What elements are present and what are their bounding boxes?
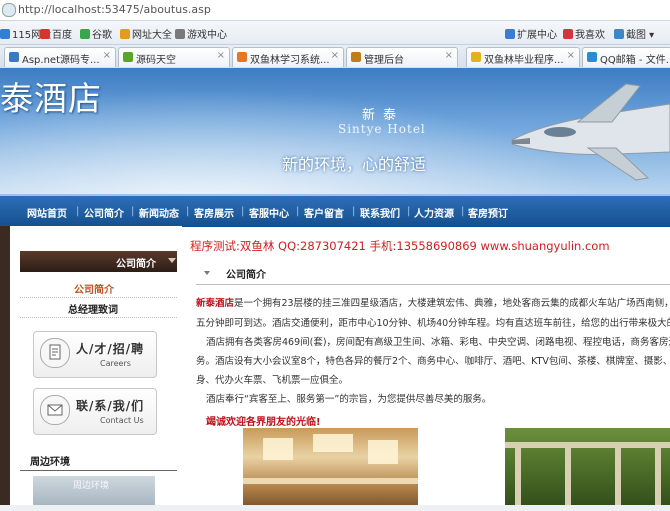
heart-icon [563,29,573,39]
jet-plane-image [511,83,670,181]
nav-contact[interactable]: 联系我们 [360,205,400,220]
intro-line: 五分钟即可到达。酒店交通便利，距市中心10分钟、机场40分钟车程。均有直达班车前… [196,318,670,329]
site-banner: 泰酒店 新泰 Sintye Hotel 新的环境，心的舒适 [0,68,670,194]
tab-admin[interactable]: 管理后台 × [346,47,458,67]
promo-text: 程序测试:双鱼林 QQ:287307421 手机:13558690869 www… [190,239,610,253]
favorite-google[interactable]: 谷歌 [80,26,112,41]
close-icon[interactable]: × [103,50,111,61]
careers-button[interactable]: 人/才/招/聘 Careers [33,331,157,378]
hotel-name-en: Sintye Hotel [338,122,426,136]
nav-about[interactable]: 公司简介 [84,205,124,220]
star-icon [471,52,481,62]
chevron-down-icon [168,258,176,263]
welcome-text: 竭诚欢迎各界朋友的光临! [206,417,321,428]
sidebar-header: 公司简介 [20,251,177,272]
intro-paragraph-2: 酒店拥有各类客房469间(套)，房间配有高级卫生间、冰箱、彩电、中央空调、闭路电… [206,337,670,348]
nav-guestbook[interactable]: 客户留言 [304,205,344,220]
sidebar-item-gm-speech[interactable]: 总经理致词 [20,297,177,318]
nav-home[interactable]: 网站首页 [27,205,67,220]
sidebar-item-about[interactable]: 公司简介 [20,277,177,298]
address-url[interactable]: http://localhost:53475/aboutus.asp [18,3,211,16]
intro-line: 务。酒店设有大小会议室8个，特色各异的餐厅2个、商务中心、咖啡厅、酒吧、KTV包… [196,356,670,367]
mail-icon [587,52,597,62]
star-icon [120,29,130,39]
hotel-lobby-photo [243,428,418,511]
paw-icon [40,29,50,39]
close-icon[interactable]: × [217,50,225,61]
gamepad-icon [175,29,185,39]
address-bar[interactable]: http://localhost:53475/aboutus.asp [0,0,670,21]
google-icon [80,29,90,39]
scissors-icon [614,29,624,39]
horizontal-scrollbar[interactable] [0,505,670,511]
hotel-name-highlight: 新泰酒店 [196,298,235,309]
document-icon [40,338,70,368]
nav-separator: | [352,206,356,217]
tab-study-system[interactable]: 双鱼林学习系统... × [232,47,344,67]
nav-news[interactable]: 新闻动态 [139,205,179,220]
close-icon[interactable]: × [567,50,575,61]
intro-line: 身、代办火车票、飞机票一应俱全。 [196,375,349,386]
globe-icon [2,3,16,17]
nav-separator: | [296,206,300,217]
favorites-bar: 115网盘 百度 谷歌 网址大全 游戏中心 扩展中心 我喜欢 截图 ▾ [0,21,670,45]
page-icon [123,52,133,62]
favorite-hao123[interactable]: 网址大全 [120,26,172,41]
nav-separator: | [407,206,411,217]
tab-qq-mail[interactable]: QQ邮箱 - 文件... [582,47,670,67]
tab-bar: Asp.net源码专... × 源码天空 × 双鱼林学习系统... × 管理后台 × 双… [0,45,670,69]
hotel-logo: 泰酒店 [0,79,102,118]
nav-separator: | [186,206,190,217]
nav-separator: | [131,206,135,217]
tab-aspnet[interactable]: Asp.net源码专... × [4,47,116,67]
page-icon [9,52,19,62]
intro-paragraph-1: 新泰酒店是一个拥有23层楼的挂三准四星级酒店，大楼建筑宏伟、典雅，地处客商云集的… [196,298,670,309]
hotel-garden-photo [505,428,670,511]
chevron-down-icon [204,271,210,275]
nav-booking[interactable]: 客房预订 [468,205,508,220]
hotel-name-cn: 新泰 [362,108,405,123]
surroundings-header: 周边环境 [20,450,177,471]
tab-graduation[interactable]: 双鱼林毕业程序... × [466,47,580,67]
nav-hr[interactable]: 人力资源 [414,205,454,220]
section-title: 公司简介 [226,270,266,281]
nav-separator: | [461,206,465,217]
envelope-icon [40,395,70,425]
puzzle-icon [505,29,515,39]
page-icon [351,52,361,62]
sidebar-edge [0,226,10,511]
chevron-down-icon: ▾ [646,30,655,41]
extensions-button[interactable]: 扩展中心 [505,26,557,41]
nav-rooms[interactable]: 客房展示 [194,205,234,220]
tab-yuanma[interactable]: 源码天空 × [118,47,230,67]
nav-service[interactable]: 客服中心 [249,205,289,220]
cloud-icon [0,29,10,39]
favorite-games[interactable]: 游戏中心 [175,26,227,41]
intro-paragraph-3: 酒店奉行“宾客至上、服务第一”的宗旨，为您提供尽善尽美的服务。 [206,394,492,405]
close-icon[interactable]: × [445,50,453,61]
close-icon[interactable]: × [331,50,339,61]
surroundings-caption: 周边环境 [73,481,110,491]
contact-us-button[interactable]: 联/系/我/们 Contact Us [33,388,157,435]
favorites-like-button[interactable]: 我喜欢 [563,26,605,41]
page-icon [237,52,247,62]
banner-slogan: 新的环境，心的舒适 [282,155,427,174]
main-nav: 网站首页 | 公司简介 | 新闻动态 | 客房展示 | 客服中心 | 客户留言 … [0,194,670,227]
section-header: 公司简介 [196,264,670,285]
nav-separator: | [76,206,80,217]
nav-separator: | [241,206,245,217]
favorite-baidu[interactable]: 百度 [40,26,72,41]
screenshot-button[interactable]: 截图 ▾ [614,26,654,41]
